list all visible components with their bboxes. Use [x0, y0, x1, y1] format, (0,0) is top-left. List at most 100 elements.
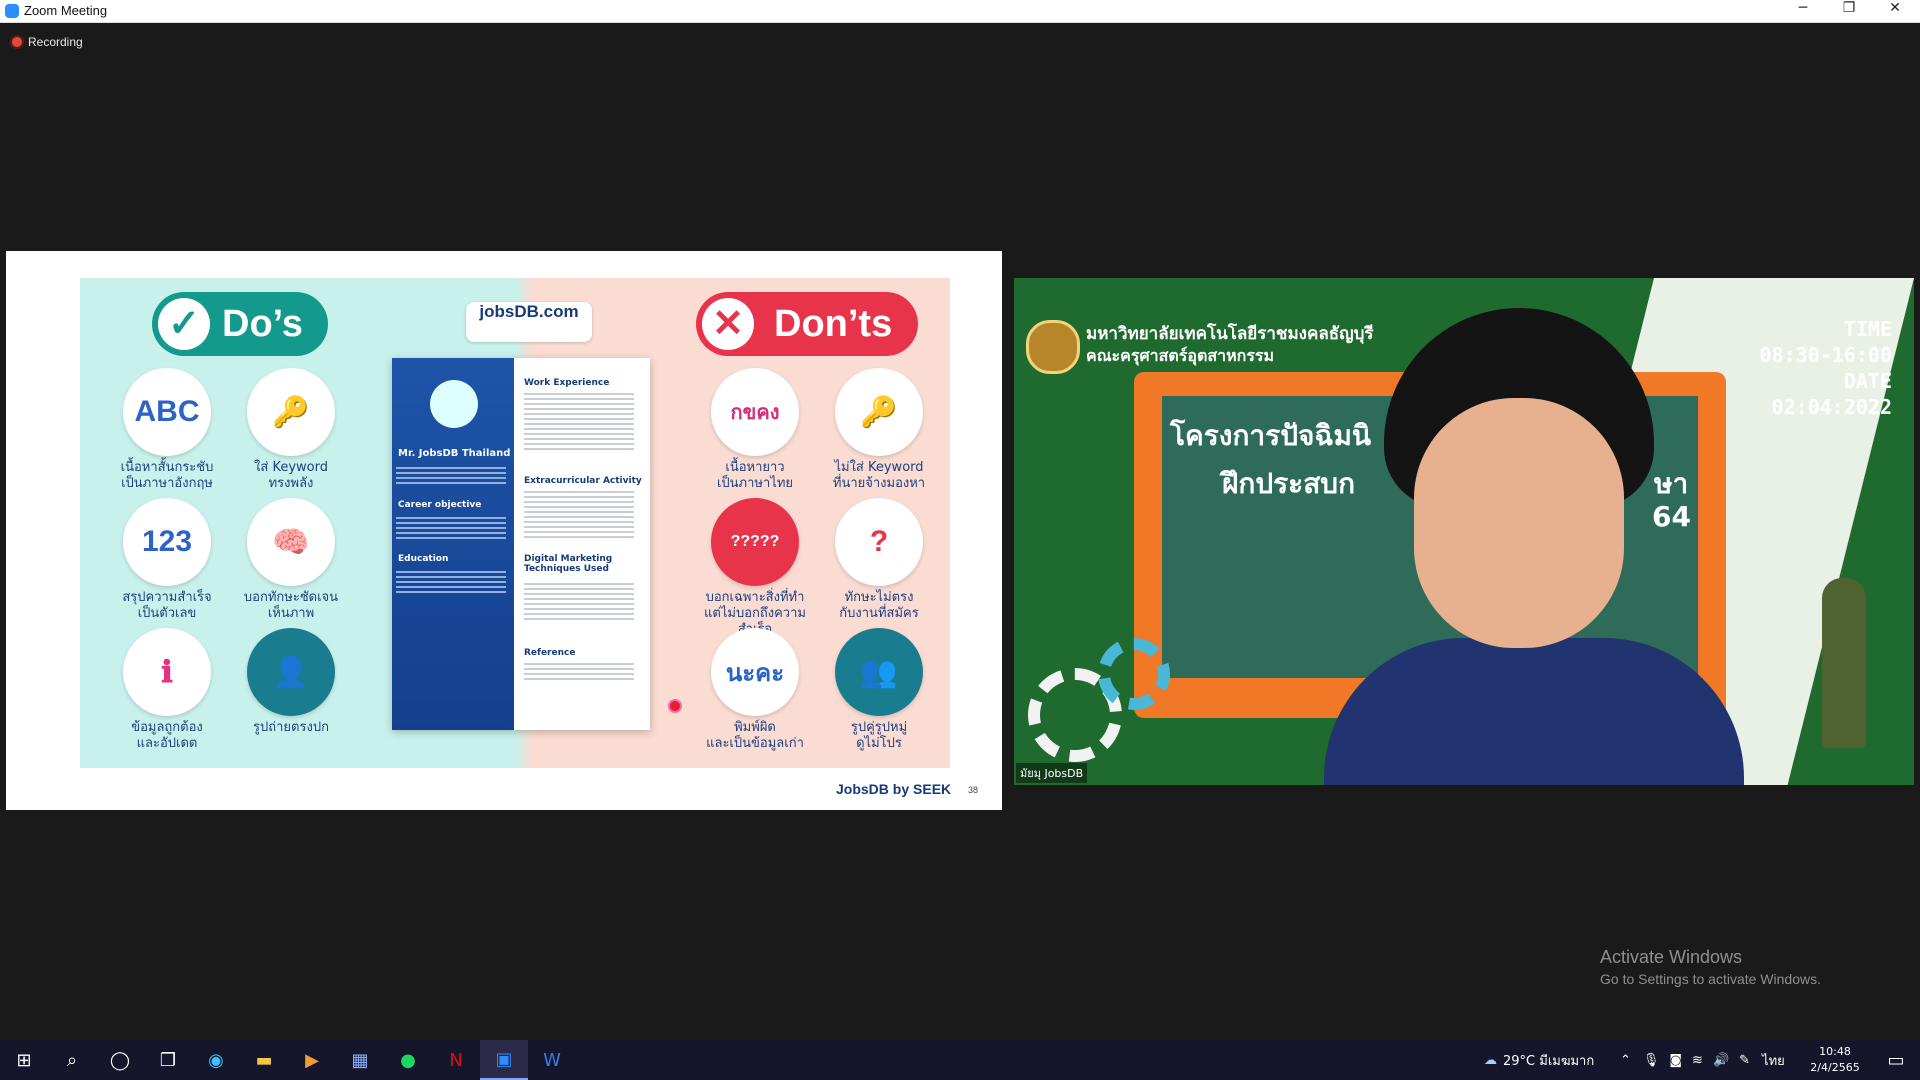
resume-reference: Reference [524, 648, 576, 658]
task-view-icon[interactable]: ❐ [144, 1040, 192, 1080]
zoom-logo-icon [5, 4, 19, 18]
media-player-icon[interactable]: ▶ [288, 1040, 336, 1080]
do-label: เป็นตัวเลข [137, 606, 197, 621]
board-title: โครงการปัจฉิมนิ [1170, 419, 1372, 452]
dont-item: กขคง เนื้อหายาว เป็นภาษาไทย [690, 368, 820, 492]
cloud-icon: ☁ [1484, 1052, 1497, 1068]
jobsdb-seek-brand: JobsDB by SEEK [836, 781, 952, 797]
camera-icon[interactable]: ◙ [1669, 1053, 1682, 1068]
do-item: ℹ ข้อมูลถูกต้อง และอัปเดต [102, 628, 232, 752]
do-label: และอัปเดต [136, 736, 198, 751]
laptop-question-icon: ????? [711, 498, 799, 586]
window-titlebar: Zoom Meeting ─ ❐ ✕ [0, 0, 1920, 23]
tray-icons: ⌃ 🎙 ◙ ≋ 🔊 ✎ ไทย [1620, 1040, 1785, 1080]
teacher-illustration [1822, 578, 1866, 748]
dos-banner: ✓ Do’s [152, 292, 328, 356]
x-icon: ✕ [702, 298, 754, 350]
dont-item: ? ทักษะไม่ตรง กับงานที่สมัคร [814, 498, 944, 622]
activate-title: Activate Windows [1600, 947, 1743, 967]
dont-label: รูปคู่รูปหมู่ [850, 720, 908, 735]
dos-title: Do’s [222, 303, 303, 345]
resume-sidebar: Mr. JobsDB Thailand Career objective Edu… [392, 358, 514, 730]
brain-icon: 🧠 [247, 498, 335, 586]
dont-label: เนื้อหายาว [725, 460, 785, 475]
wifi-icon[interactable]: ≋ [1692, 1053, 1703, 1068]
start-button[interactable]: ⊞ [0, 1040, 48, 1080]
cortana-icon[interactable]: ◯ [96, 1040, 144, 1080]
dont-label: บอกเฉพาะสิ่งที่ทำ [705, 590, 805, 605]
participant-video[interactable]: มหาวิทยาลัยเทคโนโลยีราชมงคลธัญบุรี คณะคร… [1014, 278, 1914, 785]
time-value: 08:30-16:00 [1759, 343, 1892, 367]
recording-indicator[interactable]: Recording [12, 35, 83, 49]
university-name: มหาวิทยาลัยเทคโนโลยีราชมงคลธัญบุรี [1086, 324, 1374, 344]
do-label: ข้อมูลถูกต้อง [131, 720, 203, 735]
do-label: เห็นภาพ [267, 606, 315, 621]
abc-icon: ABC [123, 368, 211, 456]
do-label: สรุปความสำเร็จ [122, 590, 212, 605]
dont-label: ไม่ใส่ Keyword [834, 460, 924, 475]
thai-letters-icon: กขคง [711, 368, 799, 456]
schedule-box: TIME 08:30-16:00 DATE 02:04:2022 [1760, 316, 1892, 420]
info-refresh-icon: ℹ [123, 628, 211, 716]
resume-education: Education [398, 554, 449, 564]
close-button[interactable]: ✕ [1872, 0, 1918, 22]
search-icon[interactable]: ⌕ [48, 1040, 96, 1080]
resume-sample: Mr. JobsDB Thailand Career objective Edu… [392, 358, 650, 730]
shared-screen: ✓ Do’s ✕ Don’ts jobsDB.com ABC เนื้อหาสั… [6, 251, 1002, 810]
head-question-icon: ? [835, 498, 923, 586]
spotify-icon[interactable]: ● [384, 1040, 432, 1080]
date-label: DATE [1843, 369, 1892, 393]
zoom-taskbar-icon[interactable]: ▣ [480, 1040, 528, 1080]
store-icon[interactable]: ▦ [336, 1040, 384, 1080]
do-label: เนื้อหาสั้นกระชับ [120, 460, 214, 475]
speaker [1324, 308, 1744, 785]
taskbar: ⊞ ⌕ ◯ ❐ ◉ ▬ ▶ ▦ ● N ▣ W ☁ 29°C มีเมฆมาก … [0, 1040, 1920, 1080]
clock-date: 2/4/2565 [1810, 1061, 1860, 1074]
word-icon[interactable]: W [528, 1040, 576, 1080]
language-indicator[interactable]: ไทย [1762, 1050, 1785, 1071]
donts-title: Don’ts [774, 303, 893, 345]
do-label: ใส่ Keyword [254, 460, 328, 475]
weather-widget[interactable]: ☁ 29°C มีเมฆมาก [1484, 1040, 1594, 1080]
dont-label: เป็นภาษาไทย [716, 476, 794, 491]
chevron-up-icon[interactable]: ⌃ [1620, 1053, 1631, 1068]
microphone-icon[interactable]: 🎙 [1643, 1053, 1660, 1068]
jobsdb-logo: jobsDB.com [466, 302, 592, 342]
resume-name: Mr. JobsDB Thailand [398, 448, 511, 459]
activate-windows-watermark: Activate Windows Go to Settings to activ… [1600, 947, 1821, 987]
date-value: 02:04:2022 [1771, 395, 1892, 419]
numbers-icon: 123 [123, 498, 211, 586]
dont-item: 👥 รูปคู่รูปหมู่ ดูไม่โปร [814, 628, 944, 752]
pen-icon[interactable]: ✎ [1739, 1053, 1750, 1068]
slide-poster: ✓ Do’s ✕ Don’ts jobsDB.com ABC เนื้อหาสั… [80, 278, 950, 768]
notifications-icon[interactable]: ▭ [1872, 1040, 1920, 1080]
do-label: ทรงพลัง [268, 476, 314, 491]
dont-label: และเป็นข้อมูลเก่า [706, 736, 804, 751]
dont-label: ดูไม่โปร [856, 736, 902, 751]
netflix-icon[interactable]: N [432, 1040, 480, 1080]
activate-hint: Go to Settings to activate Windows. [1600, 971, 1821, 987]
restore-button[interactable]: ❐ [1826, 0, 1872, 22]
resume-career: Career objective [398, 500, 482, 510]
do-item: ABC เนื้อหาสั้นกระชับ เป็นภาษาอังกฤษ [102, 368, 232, 492]
dont-item: นะคะ พิมพ์ผิด และเป็นข้อมูลเก่า [690, 628, 820, 752]
crossed-key-icon: 🔑 [835, 368, 923, 456]
resume-work: Work Experience [524, 378, 610, 388]
dont-label: กับงานที่สมัคร [839, 606, 919, 621]
edge-icon[interactable]: ◉ [192, 1040, 240, 1080]
speaker-icon[interactable]: 🔊 [1713, 1053, 1729, 1068]
recording-label: Recording [28, 35, 83, 49]
file-explorer-icon[interactable]: ▬ [240, 1040, 288, 1080]
university-seal-icon [1026, 320, 1080, 374]
do-label: เป็นภาษาอังกฤษ [121, 476, 213, 491]
dont-label: ทักษะไม่ตรง [844, 590, 914, 605]
do-item: 123 สรุปความสำเร็จ เป็นตัวเลข [102, 498, 232, 622]
group-photo-icon: 👥 [835, 628, 923, 716]
minimize-button[interactable]: ─ [1780, 0, 1826, 22]
key-icon: 🔑 [247, 368, 335, 456]
check-icon: ✓ [158, 298, 210, 350]
dont-label: พิมพ์ผิด [734, 720, 776, 735]
do-label: รูปถ่ายตรงปก [253, 720, 329, 735]
clock[interactable]: 10:48 2/4/2565 [1810, 1044, 1860, 1076]
do-label: บอกทักษะชัดเจน [243, 590, 339, 605]
